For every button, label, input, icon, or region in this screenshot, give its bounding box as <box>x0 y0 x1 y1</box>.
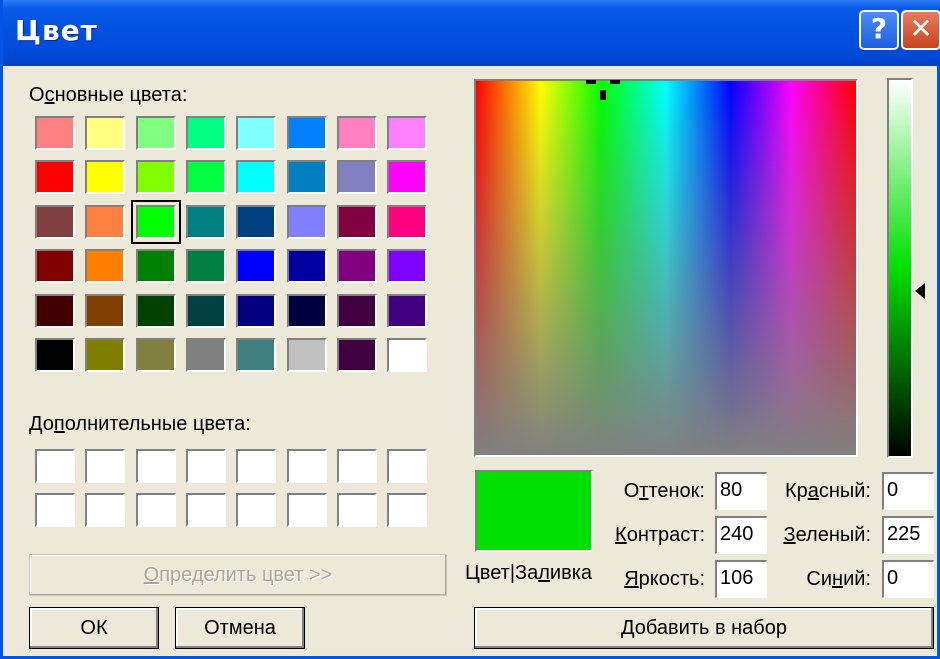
ok-button[interactable]: ОК <box>29 607 159 649</box>
luminance-arrow-icon[interactable] <box>915 282 925 299</box>
basic-color-swatch[interactable] <box>286 293 327 328</box>
basic-color-swatch[interactable] <box>387 249 428 284</box>
basic-color-swatch[interactable] <box>336 249 377 284</box>
brightness-input[interactable]: 106 <box>715 560 767 598</box>
custom-color-swatch[interactable] <box>135 449 176 483</box>
custom-color-swatch[interactable] <box>286 449 327 483</box>
basic-color-swatch[interactable] <box>286 204 327 239</box>
basic-color-swatch[interactable] <box>85 338 126 372</box>
custom-color-swatch[interactable] <box>35 493 75 528</box>
color-preview-swatch <box>475 470 593 552</box>
color-dialog: Цвет ? ✕ Основные цвета: Дополнительные … <box>0 0 940 659</box>
basic-color-swatch[interactable] <box>387 160 428 195</box>
basic-color-swatch[interactable] <box>286 249 327 284</box>
basic-color-swatch[interactable] <box>135 338 176 372</box>
basic-color-swatch[interactable] <box>35 160 75 195</box>
luminance-slider[interactable] <box>887 78 913 458</box>
custom-colors-label: Дополнительные цвета: <box>29 413 251 435</box>
close-button[interactable]: ✕ <box>901 10 940 50</box>
help-button[interactable]: ? <box>859 10 899 50</box>
custom-color-swatch[interactable] <box>336 493 377 528</box>
custom-color-swatch[interactable] <box>387 449 428 483</box>
basic-color-swatch[interactable] <box>185 338 226 372</box>
spectrum-crosshair-cursor[interactable] <box>585 80 620 100</box>
title-bar[interactable]: Цвет ? ✕ <box>3 0 940 66</box>
hue-input[interactable]: 80 <box>715 472 767 510</box>
basic-color-swatch[interactable] <box>387 204 428 239</box>
custom-color-swatch[interactable] <box>387 493 428 528</box>
hue-label: Оттенок: <box>623 480 705 502</box>
basic-color-swatch[interactable] <box>85 160 126 195</box>
blue-label: Синий: <box>806 568 871 590</box>
basic-color-swatch[interactable] <box>286 338 327 372</box>
basic-color-swatch[interactable] <box>35 204 75 239</box>
basic-colors-label: Основные цвета: <box>29 84 188 106</box>
basic-color-swatch[interactable] <box>35 116 75 150</box>
basic-color-swatch[interactable] <box>85 116 126 150</box>
basic-color-swatch[interactable] <box>236 249 277 284</box>
custom-color-swatch[interactable] <box>135 493 176 528</box>
basic-color-swatch[interactable] <box>185 293 226 328</box>
red-input[interactable]: 0 <box>882 472 934 510</box>
basic-color-swatch[interactable] <box>35 293 75 328</box>
green-input[interactable]: 225 <box>882 516 934 554</box>
basic-color-swatch[interactable] <box>35 249 75 284</box>
basic-color-swatch[interactable] <box>336 293 377 328</box>
basic-color-swatch[interactable] <box>85 249 126 284</box>
custom-color-swatch[interactable] <box>85 449 126 483</box>
basic-color-swatch[interactable] <box>35 338 75 372</box>
basic-color-swatch[interactable] <box>336 338 377 372</box>
basic-color-swatch[interactable] <box>236 160 277 195</box>
basic-color-swatch[interactable] <box>336 160 377 195</box>
basic-color-swatch[interactable] <box>185 249 226 284</box>
basic-color-swatch[interactable] <box>387 293 428 328</box>
basic-color-swatch[interactable] <box>286 160 327 195</box>
red-label: Красный: <box>784 480 871 502</box>
define-custom-color-button[interactable]: Определить цвет >> <box>29 554 447 596</box>
contrast-input[interactable]: 240 <box>715 516 767 554</box>
basic-color-swatch[interactable] <box>236 293 277 328</box>
window-title: Цвет <box>15 14 98 47</box>
add-to-custom-colors-button[interactable]: Добавить в набор <box>474 607 934 649</box>
contrast-label: Контраст: <box>615 524 705 546</box>
color-spectrum[interactable] <box>474 79 858 457</box>
basic-color-swatch[interactable] <box>130 199 181 244</box>
custom-color-swatch[interactable] <box>336 449 377 483</box>
custom-color-swatch[interactable] <box>185 493 226 528</box>
custom-color-swatch[interactable] <box>185 449 226 483</box>
cancel-button[interactable]: Отмена <box>175 607 305 649</box>
custom-color-swatch[interactable] <box>35 449 75 483</box>
basic-color-swatch[interactable] <box>286 116 327 150</box>
basic-color-swatch[interactable] <box>85 204 126 239</box>
basic-color-swatch[interactable] <box>135 293 176 328</box>
basic-color-swatch[interactable] <box>135 160 176 195</box>
basic-color-swatch[interactable] <box>336 204 377 239</box>
basic-color-swatch[interactable] <box>387 338 428 372</box>
basic-color-swatch[interactable] <box>185 204 226 239</box>
brightness-label: Яркость: <box>624 568 705 590</box>
blue-input[interactable]: 0 <box>882 560 934 598</box>
basic-color-swatch[interactable] <box>236 116 277 150</box>
basic-color-swatch[interactable] <box>185 116 226 150</box>
basic-color-swatch[interactable] <box>135 249 176 284</box>
custom-color-swatch[interactable] <box>236 449 277 483</box>
spectrum-saturation-layer <box>476 81 856 455</box>
basic-color-swatch[interactable] <box>236 338 277 372</box>
custom-color-swatch[interactable] <box>286 493 327 528</box>
custom-color-swatch[interactable] <box>236 493 277 528</box>
basic-color-swatch[interactable] <box>135 116 176 150</box>
green-label: Зеленый: <box>783 524 872 546</box>
basic-color-swatch[interactable] <box>85 293 126 328</box>
basic-color-swatch[interactable] <box>336 116 377 150</box>
preview-label: Цвет|Заливка <box>465 562 592 584</box>
custom-color-swatch[interactable] <box>85 493 126 528</box>
basic-color-swatch[interactable] <box>236 204 277 239</box>
basic-color-swatch[interactable] <box>185 160 226 195</box>
basic-color-swatch[interactable] <box>387 116 428 150</box>
